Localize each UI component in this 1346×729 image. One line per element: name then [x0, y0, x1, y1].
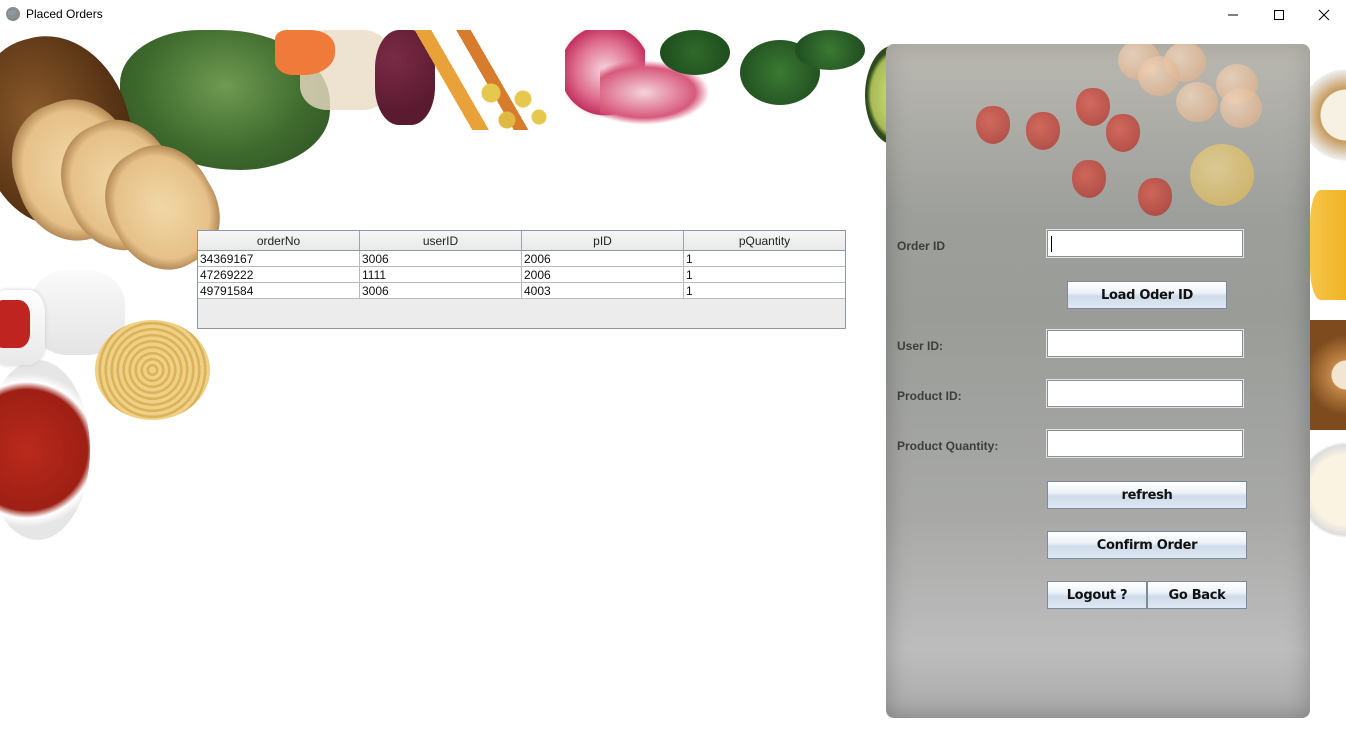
- salmon-image: [275, 30, 335, 75]
- minimize-button[interactable]: [1210, 0, 1256, 30]
- product-id-label: Product ID:: [897, 389, 962, 403]
- table-row[interactable]: 47269222 1111 2006 1: [198, 267, 845, 283]
- strawberry-image: [1106, 114, 1140, 152]
- strawberry-image: [1072, 160, 1106, 198]
- window-title: Placed Orders: [26, 7, 103, 21]
- strawberry-image: [1026, 112, 1060, 150]
- cream-bowl-image: [1310, 430, 1346, 550]
- egg-image: [1220, 88, 1262, 128]
- orders-table[interactable]: orderNo userID pID pQuantity 34369167 30…: [197, 230, 846, 329]
- load-order-id-button[interactable]: Load Oder ID: [1067, 281, 1227, 309]
- sauce-bowl-image: [0, 360, 90, 540]
- close-button[interactable]: [1301, 0, 1346, 30]
- strawberry-image: [976, 106, 1010, 144]
- table-header: orderNo userID pID pQuantity: [198, 231, 845, 251]
- logout-button[interactable]: Logout ?: [1047, 581, 1147, 609]
- table-row[interactable]: 34369167 3006 2006 1: [198, 251, 845, 267]
- maximize-icon: [1274, 10, 1284, 20]
- egg-image: [1138, 56, 1180, 96]
- pasta-image: [95, 320, 210, 420]
- product-id-field[interactable]: [1046, 379, 1244, 408]
- order-id-label: Order ID: [897, 239, 946, 253]
- column-header-pquantity[interactable]: pQuantity: [684, 231, 845, 250]
- maximize-button[interactable]: [1256, 0, 1302, 30]
- close-icon: [1318, 9, 1330, 21]
- title-bar: 🛒 Placed Orders: [0, 0, 1346, 30]
- strawberry-image: [1076, 88, 1110, 126]
- user-id-input[interactable]: [1048, 331, 1242, 356]
- table-cell[interactable]: 47269222: [198, 267, 360, 283]
- milk-cap-image: [0, 300, 30, 348]
- table-cell[interactable]: 3006: [360, 251, 522, 267]
- order-id-field[interactable]: [1046, 229, 1244, 258]
- table-cell[interactable]: 4003: [522, 283, 684, 299]
- egg-image: [1176, 82, 1218, 122]
- table-cell[interactable]: 49791584: [198, 283, 360, 299]
- product-quantity-label: Product Quantity:: [897, 439, 999, 453]
- product-id-input[interactable]: [1048, 381, 1242, 406]
- potatoes-image: [475, 75, 555, 135]
- confirm-order-button[interactable]: Confirm Order: [1047, 531, 1247, 559]
- shopping-cart-icon: 🛒: [6, 7, 20, 21]
- table-row[interactable]: 49791584 3006 4003 1: [198, 283, 845, 299]
- jar-image: [1310, 190, 1346, 300]
- table-cell[interactable]: 1: [684, 251, 845, 267]
- strawberry-image: [1138, 178, 1172, 216]
- column-header-userid[interactable]: userID: [360, 231, 522, 250]
- table-cell[interactable]: 2006: [522, 267, 684, 283]
- broccoli-image: [795, 30, 865, 70]
- text-cursor: [1051, 236, 1052, 252]
- table-cell[interactable]: 34369167: [198, 251, 360, 267]
- table-cell[interactable]: 1: [684, 283, 845, 299]
- minimize-icon: [1228, 14, 1238, 16]
- column-header-orderno[interactable]: orderNo: [198, 231, 360, 250]
- table-cell[interactable]: 2006: [522, 251, 684, 267]
- column-header-pid[interactable]: pID: [522, 231, 684, 250]
- product-quantity-input[interactable]: [1048, 431, 1242, 456]
- juice-image: [1190, 144, 1254, 206]
- table-cell[interactable]: 1111: [360, 267, 522, 283]
- product-quantity-field[interactable]: [1046, 429, 1244, 458]
- refresh-button[interactable]: refresh: [1047, 481, 1247, 509]
- user-id-label: User ID:: [897, 339, 944, 353]
- broccoli-image: [660, 30, 730, 75]
- user-id-field[interactable]: [1046, 329, 1244, 358]
- table-cell[interactable]: 3006: [360, 283, 522, 299]
- bagel-image: [1310, 320, 1346, 430]
- go-back-button[interactable]: Go Back: [1147, 581, 1247, 609]
- table-cell[interactable]: 1: [684, 267, 845, 283]
- order-id-input[interactable]: [1048, 231, 1242, 256]
